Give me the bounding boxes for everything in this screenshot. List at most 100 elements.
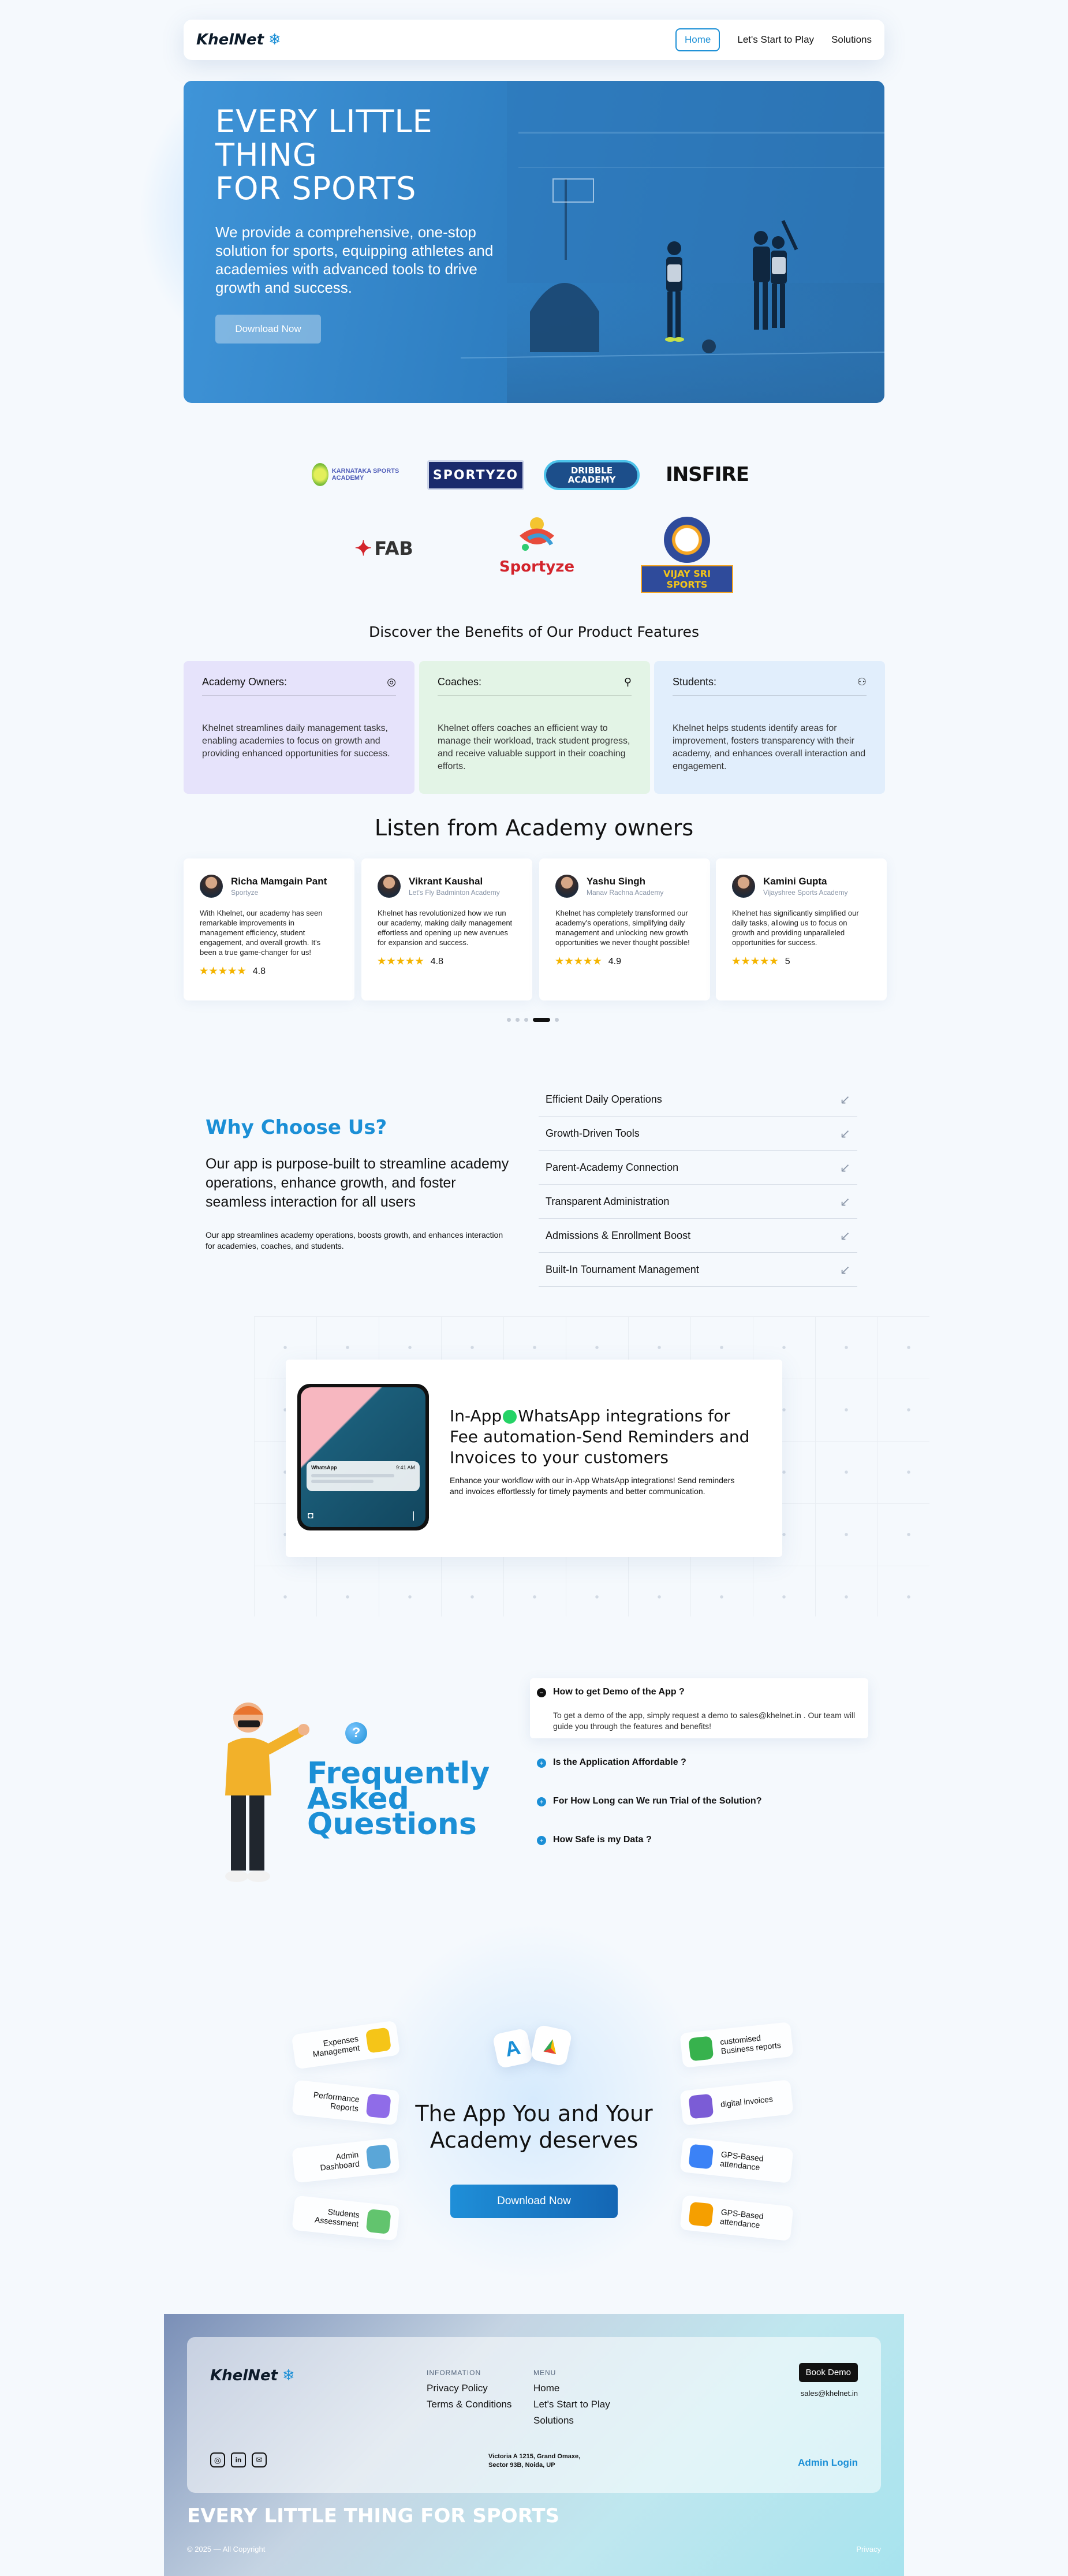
why-item-label: Transparent Administration: [546, 1196, 670, 1207]
sportyze-mark: [520, 517, 554, 551]
faq-title-line3: Questions: [307, 1807, 477, 1842]
partner-karnataka-text: KARNATAKA SPORTS ACADEMY: [331, 468, 399, 481]
footer-privacy[interactable]: Privacy: [856, 2545, 881, 2553]
why-item[interactable]: Built-In Tournament Management ↙: [539, 1253, 857, 1287]
hero-subtitle: We provide a comprehensive, one-stop sol…: [215, 223, 494, 296]
faq-item[interactable]: + How Safe is my Data ?: [537, 1835, 867, 1845]
hero-download-button[interactable]: Download Now: [215, 315, 321, 344]
footer-terms-link[interactable]: Terms & Conditions: [427, 2399, 511, 2410]
book-demo-button[interactable]: Book Demo: [798, 2363, 858, 2382]
user-circle-icon: ◎: [387, 676, 396, 688]
why-item[interactable]: Parent-Academy Connection ↙: [539, 1151, 857, 1185]
partner-logo-insfire: INSFIRE: [658, 460, 756, 490]
testimonial-name: Vikrant Kaushal: [409, 876, 483, 887]
hero-banner: EVERY LITTLE THING FOR SPORTS We provide…: [184, 81, 884, 403]
expenses-icon: [365, 2027, 392, 2054]
faq-item[interactable]: + Is the Application Affordable ?: [537, 1757, 867, 1768]
footer-address: Victoria A 1215, Grand Omaxe, Sector 93B…: [488, 2453, 581, 2469]
hero-title-line2: THING: [215, 137, 318, 173]
footer-logo[interactable]: KhelNet ❄: [210, 2367, 295, 2384]
flashlight-icon: ❘: [409, 1511, 417, 1521]
top-nav: KhelNet ❄ Home Let's Start to Play Solut…: [184, 20, 884, 60]
minus-icon: −: [537, 1688, 546, 1697]
faq-title: Frequently Asked Questions: [307, 1759, 490, 1839]
rating-value: 4.8: [252, 966, 266, 976]
nav-solutions-link[interactable]: Solutions: [831, 34, 872, 46]
partner-dribble-text: DRIBBLE ACADEMY: [567, 465, 616, 485]
testimonial-name: Yashu Singh: [587, 876, 646, 887]
faq-question: How to get Demo of the App ?: [553, 1687, 685, 1697]
rating-stars: ★★★★★ 4.8: [200, 965, 338, 977]
nav-home-link[interactable]: Home: [675, 28, 720, 51]
why-item-label: Built-In Tournament Management: [546, 1264, 699, 1275]
footer-solutions-link[interactable]: Solutions: [533, 2415, 610, 2426]
partner-sportyzo-text: SPORTYZO: [432, 468, 519, 483]
partner-logo-vijay: VIJAY SRI SPORTS: [641, 517, 733, 593]
why-title: Why Choose Us?: [206, 1116, 387, 1139]
footer-info-title: INFORMATION: [427, 2369, 481, 2377]
why-item[interactable]: Admissions & Enrollment Boost ↙: [539, 1219, 857, 1253]
app-cta-title-line1: The App You and Your: [415, 2101, 653, 2126]
rating-value: 4.8: [430, 957, 443, 966]
whatsapp-title: In-App WhatsApp integrations for Fee auto…: [450, 1406, 761, 1468]
social-icons: ◎ in ✉: [210, 2452, 267, 2467]
feature-academy-text: Khelnet streamlines daily management tas…: [202, 723, 390, 759]
copyright: © 2025 — All Copyright: [187, 2545, 266, 2553]
app-store-icon[interactable]: A: [492, 2028, 533, 2069]
footer-info-column: INFORMATION Privacy Policy Terms & Condi…: [427, 2369, 511, 2410]
rating-stars: ★★★★★ 4.8: [378, 955, 516, 967]
rating-value: 5: [785, 957, 790, 966]
testimonial-card: Kamini Gupta Vijayshree Sports Academy Kh…: [716, 858, 887, 1000]
footer-start-link[interactable]: Let's Start to Play: [533, 2399, 610, 2410]
footer-tagline: EVERY LITTLE THING FOR SPORTS: [187, 2504, 560, 2528]
play-store-icon[interactable]: [530, 2024, 573, 2067]
partner-vijay-text: VIJAY SRI SPORTS: [641, 565, 733, 593]
partner-logo-sportyzo: SPORTYZO: [427, 460, 524, 490]
feature-academy-title: Academy Owners:: [202, 676, 287, 688]
why-item[interactable]: Growth-Driven Tools ↙: [539, 1117, 857, 1151]
snowflake-icon: ❄: [282, 2367, 295, 2384]
hero-title: EVERY LITTLE THING FOR SPORTS: [215, 105, 433, 206]
carousel-dot[interactable]: [507, 1018, 511, 1022]
carousel-dot[interactable]: [524, 1018, 528, 1022]
linkedin-icon[interactable]: in: [231, 2452, 246, 2467]
faq-item-open[interactable]: − How to get Demo of the App ? To get a …: [537, 1687, 867, 1732]
footer-home-link[interactable]: Home: [533, 2383, 610, 2394]
carousel-dot[interactable]: [516, 1018, 520, 1022]
star-icons: ★★★★★: [732, 957, 779, 966]
instagram-icon[interactable]: ◎: [210, 2452, 225, 2467]
camera-icon: ◘: [308, 1511, 313, 1521]
faq-question: How Safe is my Data ?: [553, 1835, 652, 1845]
question-mark-icon: ?: [345, 1722, 367, 1744]
testimonial-org: Let's Fly Badminton Academy: [409, 888, 500, 897]
footer-email[interactable]: sales@khelnet.in: [801, 2389, 858, 2398]
testimonials-title: Listen from Academy owners: [374, 815, 694, 841]
faq-item[interactable]: + For How Long can We run Trial of the S…: [537, 1796, 867, 1806]
rating-stars: ★★★★★ 5: [732, 955, 871, 967]
testimonial-card: Vikrant Kaushal Let's Fly Badminton Acade…: [361, 858, 532, 1000]
chip-label: Students Assessment: [314, 2207, 360, 2229]
feature-card-coaches: Coaches: ⚲ Khelnet offers coaches an effi…: [419, 661, 650, 794]
why-item[interactable]: Transparent Administration ↙: [539, 1185, 857, 1219]
footer-privacy-link[interactable]: Privacy Policy: [427, 2383, 511, 2394]
carousel-dot[interactable]: [555, 1018, 559, 1022]
nav-start-link[interactable]: Let's Start to Play: [737, 34, 814, 46]
admin-login-link[interactable]: Admin Login: [798, 2457, 858, 2469]
hero-title-line1: EVERY LITTLE: [215, 103, 433, 140]
partner-logo-sportyze: Sportyze: [496, 513, 577, 582]
feature-card-students: Students: ⚇ Khelnet helps students identi…: [654, 661, 885, 794]
snowflake-icon: ❄: [268, 31, 281, 48]
why-item[interactable]: Efficient Daily Operations ↙: [539, 1083, 857, 1117]
avatar: [732, 875, 755, 898]
partner-sportyze-text: Sportyze: [499, 558, 575, 576]
arrow-down-left-icon: ↙: [839, 1126, 850, 1141]
students-icon: [365, 2208, 391, 2234]
brand-logo[interactable]: KhelNet ❄: [196, 31, 281, 48]
mail-icon[interactable]: ✉: [252, 2452, 267, 2467]
chip-label: Admin Dashboard: [319, 2149, 360, 2172]
app-download-button[interactable]: Download Now: [450, 2185, 618, 2218]
partner-logo-karnataka: KARNATAKA SPORTS ACADEMY: [312, 457, 404, 492]
testimonial-card: Richa Mamgain Pant Sportyze With Khelnet,…: [184, 858, 354, 1000]
carousel-dot-active[interactable]: [533, 1018, 550, 1022]
plus-icon: +: [537, 1759, 546, 1768]
